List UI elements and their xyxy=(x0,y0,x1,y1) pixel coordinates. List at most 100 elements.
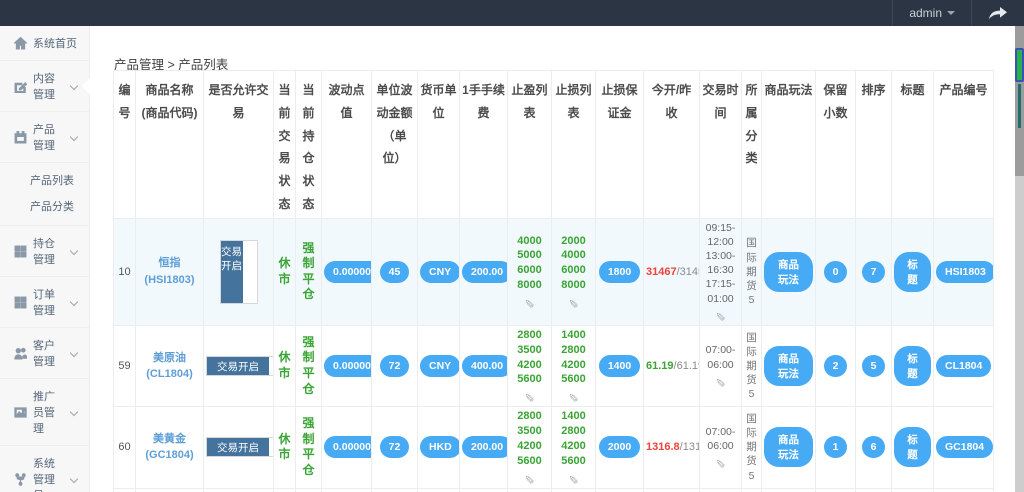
decimals-pill[interactable]: 2 xyxy=(823,355,848,377)
margin-pill[interactable]: 2000 xyxy=(598,436,641,459)
cell-product-code: CL1804 xyxy=(933,324,994,408)
sidebar-item-label: 订单管理 xyxy=(33,289,55,317)
cell-hold-status: 强制平仓 xyxy=(295,406,322,489)
point-pill[interactable]: 0.00000 xyxy=(324,260,371,283)
margin-pill[interactable]: 1800 xyxy=(598,260,641,283)
play-button[interactable]: 商品玩法 xyxy=(764,346,813,386)
cell-stop-loss: 1400 2800 4200 5600 ✎ xyxy=(551,324,596,408)
sidebar-subitem-product-category[interactable]: 产品分类 xyxy=(0,193,89,219)
currency-pill[interactable]: CNY xyxy=(420,355,459,377)
cell-title: 标题 xyxy=(891,487,934,492)
sort-pill[interactable]: 6 xyxy=(861,436,886,459)
col-header-trade-status: 当前交易状态 xyxy=(273,70,296,219)
currency-pill[interactable]: CNY xyxy=(420,260,459,283)
sidebar-item-promoters[interactable]: 推广员管理 xyxy=(0,379,89,446)
cell-name[interactable]: 美原油 (CL1804) xyxy=(135,324,204,408)
edit-pencil-icon[interactable]: ✎ xyxy=(702,375,739,389)
cell-sort: 8 xyxy=(855,487,892,492)
product-code-link[interactable]: (CL1804) xyxy=(138,366,201,383)
fee-pill[interactable]: 200.00 xyxy=(462,260,507,283)
sidebar-item-positions[interactable]: 持仓管理 xyxy=(0,226,89,277)
sidebar-item-sysadmin[interactable]: 系统管理员 xyxy=(0,446,89,492)
product-code-link[interactable]: (GC1804) xyxy=(138,447,201,464)
edit-pencil-icon[interactable]: ✎ xyxy=(510,472,549,486)
trade-toggle[interactable]: 交易开启 xyxy=(206,437,273,458)
cell-point: 0.00000 xyxy=(321,406,372,489)
scrollbar-thumb[interactable] xyxy=(1015,48,1024,82)
cell-trade-status: 休市 xyxy=(273,324,296,408)
sidebar-item-content[interactable]: 内容管理 xyxy=(0,61,89,112)
sidebar-item-orders[interactable]: 订单管理 xyxy=(0,277,89,328)
product-code-pill[interactable]: HSI1803 xyxy=(936,260,993,283)
sidebar-item-customers[interactable]: 客户管理 xyxy=(0,328,89,379)
decimals-pill[interactable]: 1 xyxy=(823,436,848,459)
cell-name[interactable]: 恒指 (HSI1803) xyxy=(135,217,204,326)
cell-play: 商品玩法 xyxy=(761,324,816,408)
sidebar-subitem-product-list[interactable]: 产品列表 xyxy=(0,167,89,193)
cell-name[interactable]: 美黄金 (GC1804) xyxy=(135,406,204,489)
main-content: 产品管理 > 产品列表 编号 商品名称(商品代码) 是否允许交易 当前交易状态 … xyxy=(90,26,1015,492)
logout-arrow-button[interactable] xyxy=(971,0,1024,26)
sort-pill[interactable]: 7 xyxy=(861,260,886,283)
edit-pencil-icon[interactable]: ✎ xyxy=(554,296,593,310)
cell-take-profit: 4000 5000 6000 8000 ✎ xyxy=(507,217,552,326)
vertical-scrollbar[interactable] xyxy=(1015,26,1024,492)
margin-pill[interactable]: 1400 xyxy=(598,355,641,377)
col-header-hold-status: 当前持仓状态 xyxy=(295,70,322,219)
col-header-take-profit: 止盈列表 xyxy=(507,70,552,219)
trade-toggle[interactable]: 交易开启 xyxy=(219,239,258,304)
unit-pill[interactable]: 72 xyxy=(379,436,410,459)
unit-pill[interactable]: 45 xyxy=(379,260,410,283)
admin-dropdown[interactable]: admin xyxy=(892,0,971,26)
edit-pencil-icon[interactable]: ✎ xyxy=(510,390,549,404)
cell-id: 10 xyxy=(113,217,136,326)
decimals-pill[interactable]: 0 xyxy=(823,260,848,283)
cell-trade-status: 休市 xyxy=(273,217,296,326)
cell-currency: HKD xyxy=(417,406,460,489)
cell-toggle: 交易开启 xyxy=(203,487,274,492)
col-header-decimals: 保留小数 xyxy=(815,70,856,219)
title-button[interactable]: 标题 xyxy=(894,251,931,292)
cell-point: 0.00000 xyxy=(321,217,372,326)
chevron-down-icon xyxy=(69,81,79,91)
cell-name[interactable]: 美白银 (SI1805) xyxy=(135,487,204,492)
product-name-link[interactable]: 恒指 xyxy=(138,255,201,272)
unit-pill[interactable]: 72 xyxy=(379,355,410,377)
edit-pencil-icon[interactable]: ✎ xyxy=(702,456,739,470)
cell-play: 商品玩法 xyxy=(761,487,816,492)
edit-pencil-icon[interactable]: ✎ xyxy=(510,296,549,310)
currency-pill[interactable]: HKD xyxy=(420,436,459,459)
cell-play: 商品玩法 xyxy=(761,217,816,326)
prev-close: /1316.2 xyxy=(679,441,699,454)
edit-pencil-icon[interactable]: ✎ xyxy=(702,309,739,323)
cell-currency: CNY xyxy=(417,324,460,408)
product-code-link[interactable]: (HSI1803) xyxy=(138,272,201,289)
product-code-pill[interactable]: CL1804 xyxy=(936,355,992,377)
trade-toggle[interactable]: 交易开启 xyxy=(206,356,273,376)
edit-pencil-icon[interactable]: ✎ xyxy=(554,472,593,486)
edit-pencil-icon[interactable]: ✎ xyxy=(554,390,593,404)
table-row: 60 美黄金 (GC1804) 交易开启 休市 强制平仓 0.00000 72 … xyxy=(113,406,994,489)
product-name-link[interactable]: 美黄金 xyxy=(138,431,201,448)
sidebar-item-home[interactable]: 系统首页 xyxy=(0,26,89,61)
play-button[interactable]: 商品玩法 xyxy=(764,427,813,468)
cell-id: 62 xyxy=(113,487,136,492)
title-button[interactable]: 标题 xyxy=(894,427,931,468)
chevron-down-icon xyxy=(69,246,79,256)
fee-pill[interactable]: 400.00 xyxy=(462,355,507,377)
sort-pill[interactable]: 5 xyxy=(861,355,886,377)
cell-stop-loss: 1400 2800 4200 5600 ✎ xyxy=(551,406,596,489)
redo-arrow-icon xyxy=(988,6,1008,20)
fee-pill[interactable]: 200.00 xyxy=(462,436,507,459)
play-button[interactable]: 商品玩法 xyxy=(764,251,813,292)
product-code-pill[interactable]: GC1804 xyxy=(936,436,993,459)
point-pill[interactable]: 0.00000 xyxy=(324,436,371,459)
sidebar-item-product[interactable]: 产品管理 xyxy=(0,112,89,163)
point-pill[interactable]: 0.00000 xyxy=(324,355,371,377)
sidebar-submenu-product: 产品列表 产品分类 xyxy=(0,163,89,226)
cell-unit: 45 xyxy=(371,217,418,326)
product-name-link[interactable]: 美原油 xyxy=(138,350,201,367)
cell-trade-time: 07:00- 13:42 ✎ xyxy=(699,487,742,492)
title-button[interactable]: 标题 xyxy=(894,346,931,386)
prev-close: /31450 xyxy=(676,265,699,278)
